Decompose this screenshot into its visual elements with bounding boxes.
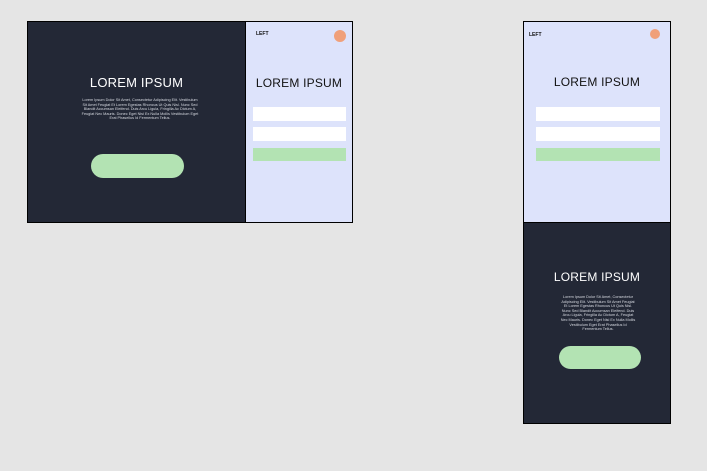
mobile-layout-frame: LEFT LOREM IPSUM LOREM IPSUM Lorem Ipsum… [523,21,671,424]
mobile-dark-action-button[interactable] [559,346,641,369]
mobile-light-title: LOREM IPSUM [553,75,641,89]
desktop-first-input-field[interactable] [253,107,346,121]
desktop-second-input-field[interactable] [253,127,346,141]
desktop-dark-action-button[interactable] [91,154,184,178]
desktop-dark-title: LOREM IPSUM [89,75,184,90]
desktop-dark-panel: LOREM IPSUM Lorem Ipsum Dolor Sit Amet, … [28,22,246,222]
desktop-dark-body-text: Lorem Ipsum Dolor Sit Amet, Consectetur … [81,98,199,121]
desktop-submit-button[interactable] [253,148,346,161]
mobile-first-input-field[interactable] [536,107,660,121]
mobile-dark-panel: LOREM IPSUM Lorem Ipsum Dolor Sit Amet, … [524,223,670,423]
mobile-dark-body-text: Lorem Ipsum Dolor Sit Amet, Consectetur … [560,295,636,332]
mobile-second-input-field[interactable] [536,127,660,141]
mobile-light-panel: LEFT LOREM IPSUM [524,22,670,223]
desktop-light-panel: LEFT LOREM IPSUM [246,22,352,222]
mobile-submit-button[interactable] [536,148,660,161]
desktop-light-title: LOREM IPSUM [255,76,343,90]
avatar-icon[interactable] [650,29,660,39]
avatar-icon[interactable] [334,30,346,42]
desktop-left-link[interactable]: LEFT [256,31,269,37]
mobile-left-link[interactable]: LEFT [529,32,542,38]
desktop-layout-frame: LOREM IPSUM Lorem Ipsum Dolor Sit Amet, … [27,21,353,223]
mobile-dark-title: LOREM IPSUM [553,270,641,284]
